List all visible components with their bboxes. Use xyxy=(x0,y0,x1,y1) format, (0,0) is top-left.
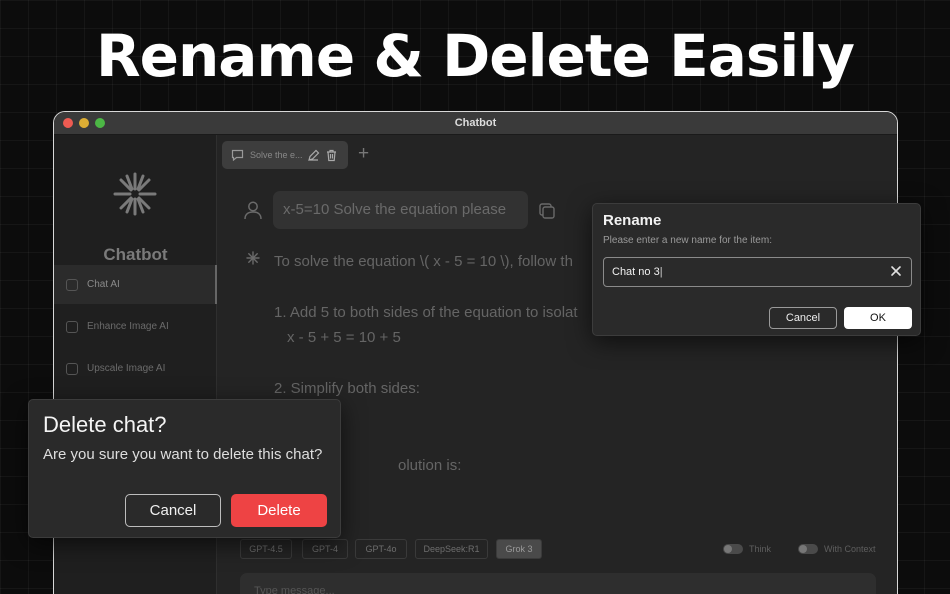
edit-icon[interactable] xyxy=(307,149,320,162)
model-grok-3-button[interactable]: Grok 3 xyxy=(496,539,542,559)
clear-icon[interactable] xyxy=(889,264,903,278)
add-tab-button[interactable]: + xyxy=(358,143,369,165)
model-gpt-4o-button[interactable]: GPT-4o xyxy=(355,539,407,559)
delete-dialog-message: Are you sure you want to delete this cha… xyxy=(43,446,323,463)
rename-ok-button[interactable]: OK xyxy=(844,307,912,329)
copy-icon[interactable] xyxy=(538,202,556,220)
sidebar-item-label: Upscale Image AI xyxy=(87,363,166,374)
chatbot-logo-icon xyxy=(113,172,157,216)
rename-dialog-subtitle: Please enter a new name for the item: xyxy=(603,235,772,246)
toggle-label: With Context xyxy=(824,544,876,554)
sidebar-item-enhance-image-ai[interactable]: Enhance Image AI xyxy=(54,307,217,346)
sidebar-item-label: Chat AI xyxy=(87,279,120,290)
delete-dialog-title: Delete chat? xyxy=(43,412,167,437)
toggle-label: Think xyxy=(749,544,772,554)
sidebar-item-chat-ai[interactable]: Chat AI xyxy=(54,265,217,304)
trash-icon[interactable] xyxy=(325,149,338,162)
upscale-image-icon xyxy=(66,362,78,375)
headline: Rename & Delete Easily xyxy=(96,22,855,90)
model-gpt-4-button[interactable]: GPT-4 xyxy=(302,539,348,559)
rename-input-value: Chat no 3 xyxy=(612,266,660,278)
bot-avatar-icon xyxy=(246,251,260,265)
tab-bar: Solve the e... + xyxy=(218,135,897,175)
rename-dialog-title: Rename xyxy=(603,212,662,229)
title-bar: Chatbot xyxy=(54,112,897,135)
user-message: x-5=10 Solve the equation please xyxy=(273,191,528,229)
enhance-image-icon xyxy=(66,320,78,333)
chat-bubble-icon xyxy=(231,149,244,161)
rename-input[interactable]: Chat no 3| xyxy=(603,257,912,287)
model-gpt-4-5-button[interactable]: GPT-4.5 xyxy=(240,539,292,559)
sidebar-item-upscale-image-ai[interactable]: Upscale Image AI xyxy=(54,349,217,388)
think-toggle[interactable]: Think xyxy=(723,544,771,554)
logo-text: Chatbot xyxy=(103,245,168,264)
delete-cancel-button[interactable]: Cancel xyxy=(125,494,221,527)
delete-dialog: Delete chat? Are you sure you want to de… xyxy=(28,399,341,538)
with-context-toggle[interactable]: With Context xyxy=(798,544,876,554)
toggle-switch[interactable] xyxy=(798,544,818,554)
ai-response-line: 1. Add 5 to both sides of the equation t… xyxy=(274,304,578,321)
rename-cancel-button[interactable]: Cancel xyxy=(769,307,837,329)
chat-tab[interactable]: Solve the e... xyxy=(222,141,348,169)
message-input[interactable]: Type message... xyxy=(240,573,876,594)
rename-dialog: Rename Please enter a new name for the i… xyxy=(592,203,921,336)
ai-response-line: To solve the equation \( x - 5 = 10 \), … xyxy=(274,253,573,270)
sidebar-item-label: Enhance Image AI xyxy=(87,321,169,332)
toggle-switch[interactable] xyxy=(723,544,743,554)
chat-icon xyxy=(66,278,78,291)
ai-response-line: 2. Simplify both sides: xyxy=(274,380,420,397)
ai-response-line: olution is: xyxy=(398,457,462,474)
user-avatar-icon xyxy=(244,201,262,220)
delete-confirm-button[interactable]: Delete xyxy=(231,494,327,527)
model-deepseek-r1-button[interactable]: DeepSeek:R1 xyxy=(415,539,488,559)
ai-response-line: x - 5 + 5 = 10 + 5 xyxy=(287,329,401,346)
window-title: Chatbot xyxy=(454,117,497,129)
tab-label: Solve the e... xyxy=(250,150,302,160)
